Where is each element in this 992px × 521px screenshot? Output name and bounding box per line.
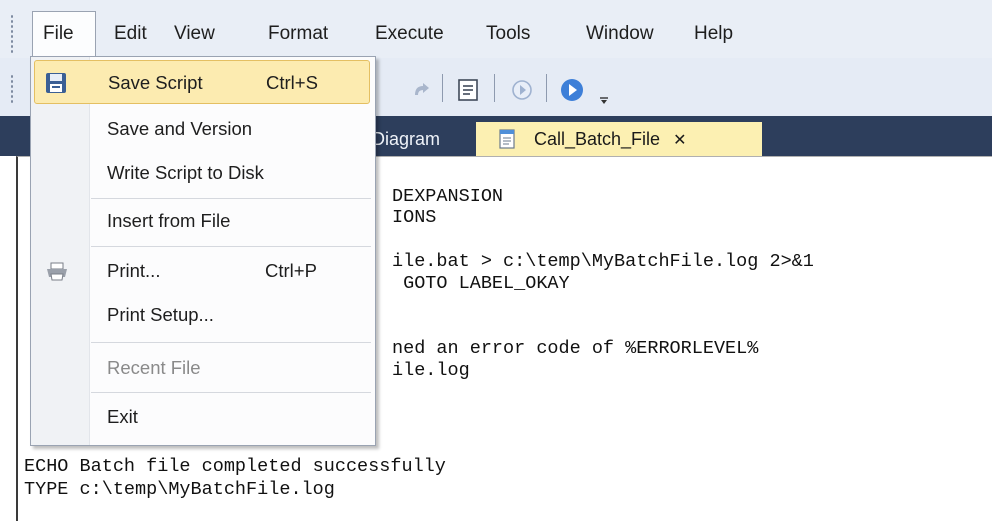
- menu-item-recent-file: Recent File: [31, 346, 375, 390]
- toolbar-separator: [494, 74, 495, 102]
- menu-help[interactable]: Help: [684, 12, 743, 56]
- code-line: GOTO LABEL_OKAY: [392, 273, 570, 294]
- execute-icon[interactable]: [558, 76, 586, 104]
- tab-label: Diagram: [372, 129, 441, 149]
- menu-item-label: Save Script: [108, 72, 203, 93]
- script-file-icon: [499, 129, 515, 149]
- code-line: ned an error code of %ERRORLEVEL%: [392, 338, 759, 359]
- menu-item-label: Exit: [107, 406, 138, 427]
- menu-item-save-script[interactable]: Save Script Ctrl+S: [34, 60, 370, 104]
- code-line: IONS: [392, 207, 437, 228]
- redo-icon[interactable]: [410, 80, 432, 102]
- menu-edit[interactable]: Edit: [104, 12, 157, 56]
- menu-separator: [91, 246, 371, 247]
- properties-icon[interactable]: [456, 78, 480, 102]
- menu-item-label: Print...: [107, 260, 161, 281]
- menu-bar: File Edit View Format Execute Tools Wind…: [0, 0, 992, 59]
- menu-item-insert-from-file[interactable]: Insert from File: [31, 199, 375, 243]
- close-icon[interactable]: ✕: [673, 132, 686, 149]
- code-line: ECHO Batch file completed successfully: [24, 456, 446, 477]
- toolbar-grip[interactable]: [10, 74, 14, 104]
- menu-item-print-setup[interactable]: Print Setup...: [31, 293, 375, 337]
- menu-item-shortcut: Ctrl+S: [266, 72, 318, 93]
- tab-call-batch-file[interactable]: Call_Batch_File ✕: [476, 122, 762, 156]
- menu-item-exit[interactable]: Exit: [31, 395, 375, 439]
- tab-diagram[interactable]: Diagram: [372, 122, 440, 156]
- code-line: ile.log: [392, 360, 470, 381]
- menu-item-print[interactable]: Print... Ctrl+P: [31, 249, 375, 293]
- menubar-grip[interactable]: [10, 14, 14, 54]
- menu-item-label: Insert from File: [107, 210, 231, 231]
- menu-item-shortcut: Ctrl+P: [265, 260, 317, 281]
- menu-file[interactable]: File: [32, 11, 96, 58]
- menu-item-write-script-to-disk[interactable]: Write Script to Disk: [31, 151, 375, 195]
- menu-window[interactable]: Window: [576, 12, 664, 56]
- menu-item-label: Save and Version: [107, 118, 253, 139]
- menu-tools[interactable]: Tools: [476, 12, 540, 56]
- menu-item-label: Print Setup...: [107, 304, 214, 325]
- tab-label: Call_Batch_File: [534, 129, 661, 149]
- run-step-icon[interactable]: [510, 78, 534, 102]
- menu-item-label: Write Script to Disk: [107, 162, 264, 183]
- file-menu-dropdown: Save Script Ctrl+S Save and Version Writ…: [30, 56, 376, 446]
- toolbar-separator: [442, 74, 443, 102]
- save-icon: [46, 73, 66, 93]
- printer-icon: [47, 262, 67, 281]
- menu-execute[interactable]: Execute: [365, 12, 454, 56]
- menu-format[interactable]: Format: [258, 12, 338, 56]
- toolbar-overflow-icon[interactable]: [598, 94, 610, 106]
- menu-separator: [91, 392, 371, 393]
- code-line: ile.bat > c:\temp\MyBatchFile.log 2>&1: [392, 251, 814, 272]
- menu-separator: [91, 342, 371, 343]
- menu-item-save-and-version[interactable]: Save and Version: [31, 107, 375, 151]
- toolbar-separator: [546, 74, 547, 102]
- code-line: DEXPANSION: [392, 186, 504, 207]
- code-line: TYPE c:\temp\MyBatchFile.log: [24, 479, 335, 500]
- menu-view[interactable]: View: [164, 12, 225, 56]
- menu-item-label: Recent File: [107, 357, 201, 378]
